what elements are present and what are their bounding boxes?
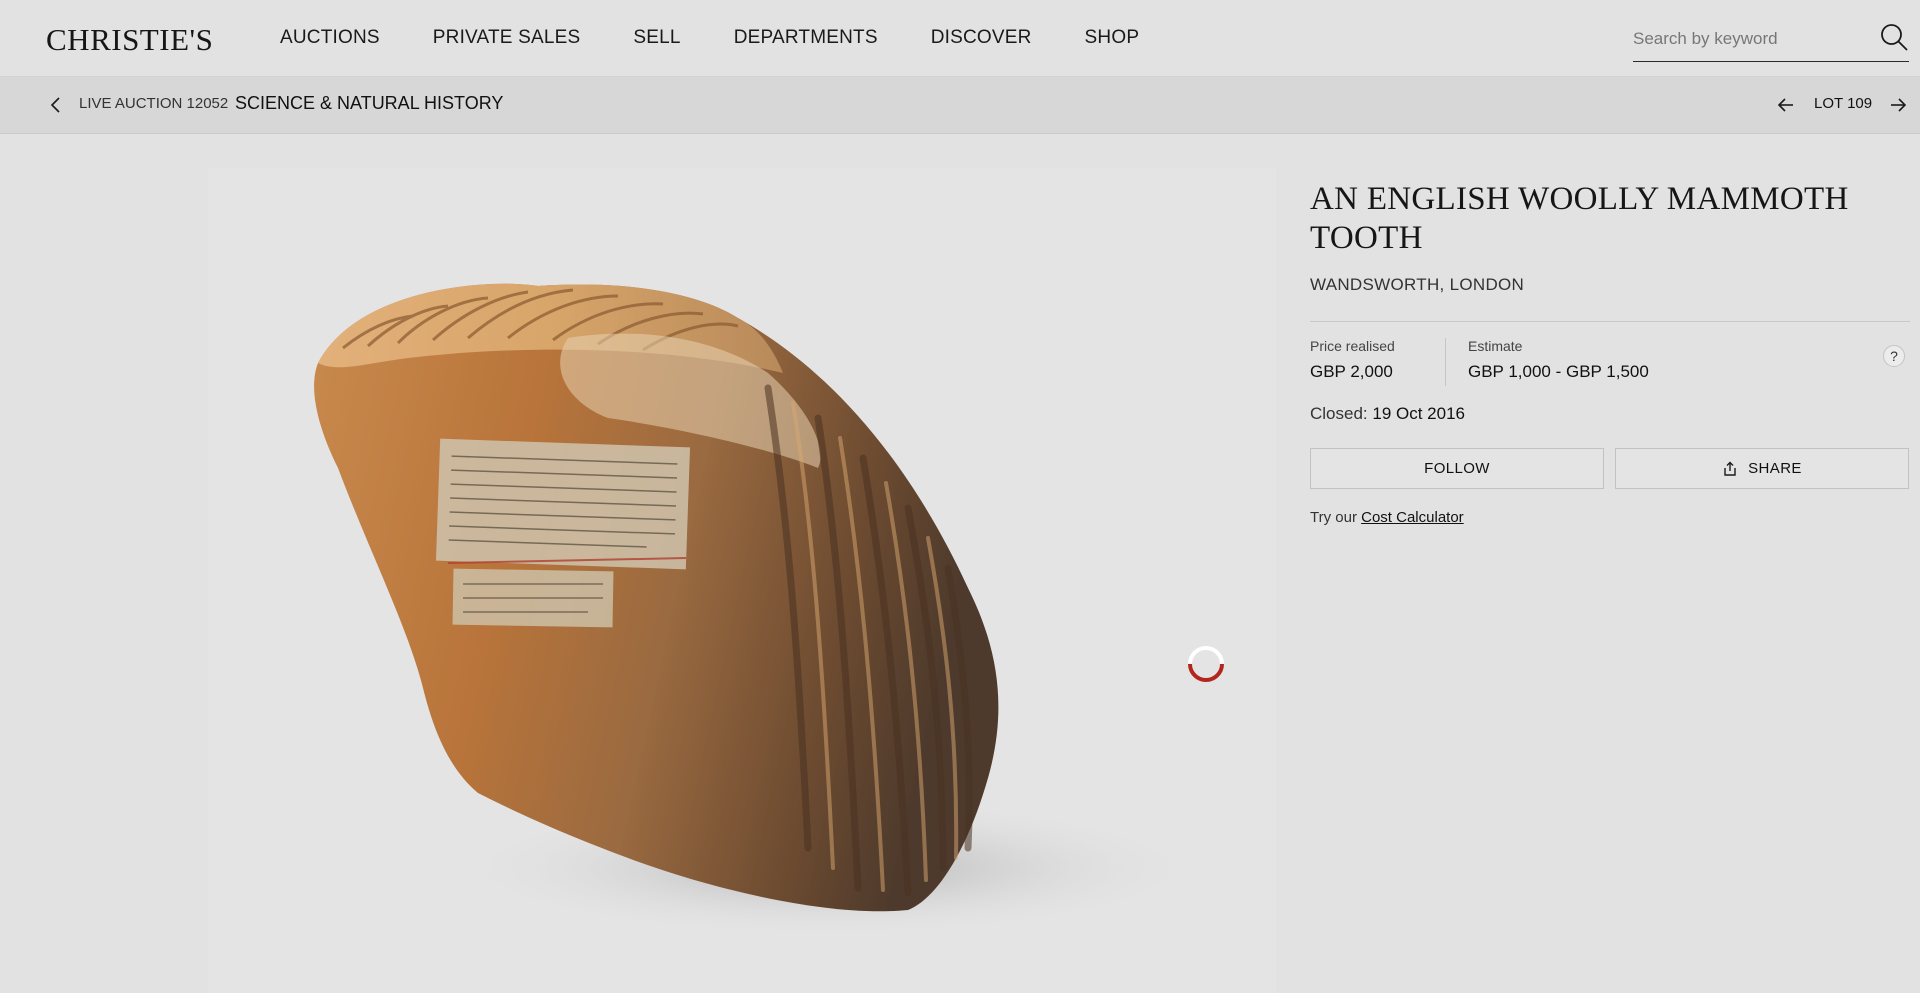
help-icon-label: ?: [1890, 348, 1898, 364]
main-nav: AUCTIONS PRIVATE SALES SELL DEPARTMENTS …: [280, 27, 1139, 49]
nav-shop[interactable]: SHOP: [1085, 27, 1140, 49]
lot-details-panel: AN ENGLISH WOOLLY MAMMOTH TOOTH WANDSWOR…: [1310, 168, 1910, 526]
help-icon[interactable]: ?: [1882, 344, 1906, 368]
loading-spinner-icon: [1188, 646, 1224, 682]
estimate: Estimate GBP 1,000 - GBP 1,500: [1445, 338, 1649, 386]
auction-title-link[interactable]: SCIENCE & NATURAL HISTORY: [235, 93, 503, 114]
search-input[interactable]: [1633, 26, 1863, 52]
arrow-right-icon[interactable]: [1888, 95, 1908, 115]
site-header: CHRISTIE'S AUCTIONS PRIVATE SALES SELL D…: [0, 0, 1920, 77]
search-bar: [1633, 18, 1909, 62]
share-label: SHARE: [1748, 460, 1802, 477]
lot-title: AN ENGLISH WOOLLY MAMMOTH TOOTH: [1310, 181, 1849, 256]
estimate-label: Estimate: [1468, 338, 1523, 354]
closed-date: Closed: 19 Oct 2016: [1310, 404, 1910, 424]
chevron-left-icon[interactable]: [46, 95, 66, 115]
estimate-value: GBP 1,000 - GBP 1,500: [1468, 362, 1649, 381]
auction-label: LIVE AUCTION 12052: [79, 95, 229, 112]
divider: [1310, 321, 1910, 322]
share-icon: [1724, 461, 1736, 476]
lot-number: LOT 109: [1814, 95, 1873, 112]
closed-label: Closed:: [1310, 404, 1368, 423]
share-button[interactable]: SHARE: [1615, 448, 1909, 489]
price-realised: Price realised GBP 2,000: [1310, 338, 1395, 382]
price-section: Price realised GBP 2,000 Estimate GBP 1,…: [1310, 338, 1910, 406]
search-icon[interactable]: [1879, 22, 1909, 52]
price-realised-value: GBP 2,000: [1310, 362, 1393, 381]
follow-label: FOLLOW: [1424, 460, 1490, 477]
arrow-left-icon[interactable]: [1776, 95, 1796, 115]
price-realised-label: Price realised: [1310, 338, 1395, 354]
christies-logo[interactable]: CHRISTIE'S: [46, 22, 213, 58]
closed-date-value: 19 Oct 2016: [1372, 404, 1465, 423]
mammoth-tooth-image: [314, 283, 1208, 938]
follow-button[interactable]: FOLLOW: [1310, 448, 1604, 489]
lot-image-viewer[interactable]: [208, 168, 1276, 993]
action-buttons: FOLLOW SHARE: [1310, 448, 1910, 489]
nav-private-sales[interactable]: PRIVATE SALES: [433, 27, 581, 49]
cost-calculator-prompt: Try our Cost Calculator: [1310, 509, 1910, 526]
nav-auctions[interactable]: AUCTIONS: [280, 27, 380, 49]
try-prefix: Try our: [1310, 509, 1357, 526]
cost-calculator-link[interactable]: Cost Calculator: [1361, 509, 1464, 526]
lot-subtitle: WANDSWORTH, LONDON: [1310, 275, 1525, 294]
nav-sell[interactable]: SELL: [633, 27, 680, 49]
nav-departments[interactable]: DEPARTMENTS: [734, 27, 878, 49]
nav-discover[interactable]: DISCOVER: [931, 27, 1032, 49]
lot-navigation-bar: LIVE AUCTION 12052 SCIENCE & NATURAL HIS…: [0, 77, 1920, 134]
